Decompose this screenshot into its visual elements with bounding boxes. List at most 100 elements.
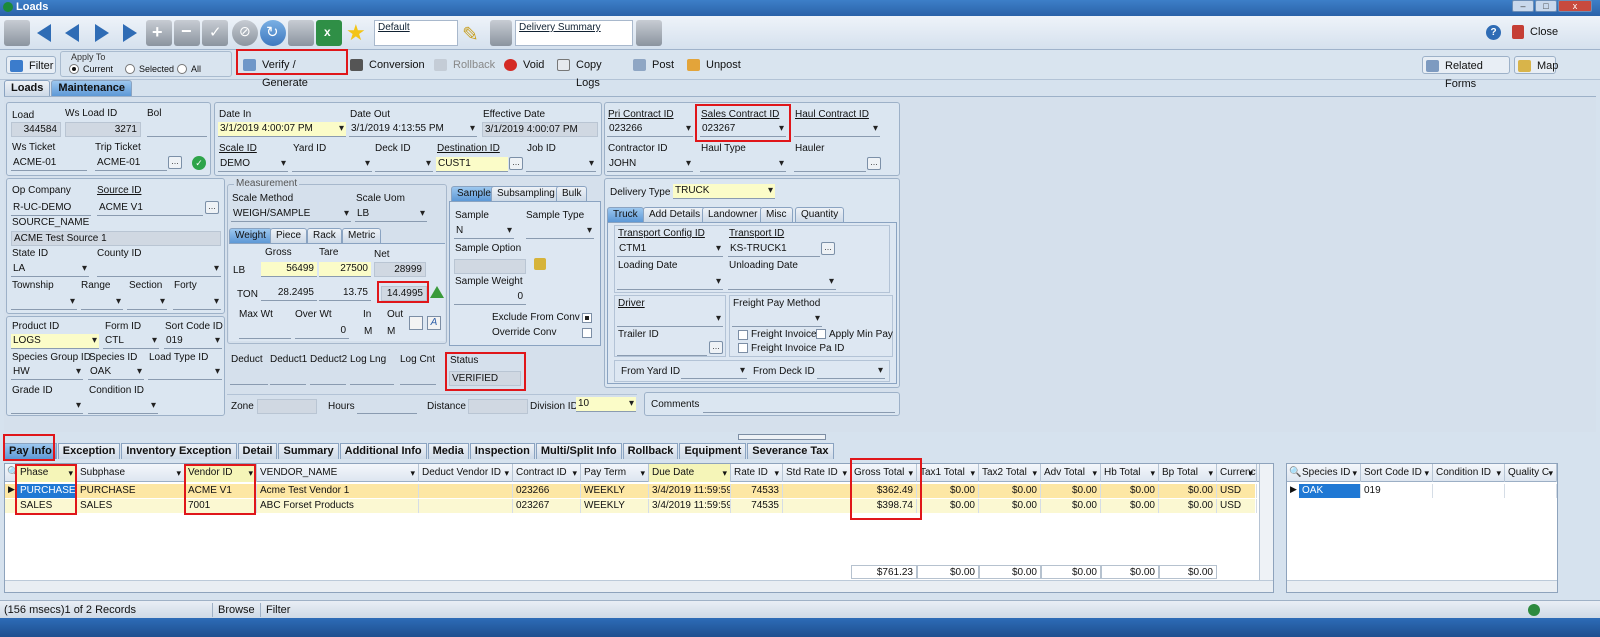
delete-record-icon[interactable]: − xyxy=(174,20,200,46)
col-currency[interactable]: Currency xyxy=(1217,464,1257,482)
cell-due-date[interactable]: 3/4/2019 11:59:59 xyxy=(649,484,731,498)
sales-contract-field[interactable]: 023267 xyxy=(700,122,786,137)
refresh-icon[interactable]: ↻ xyxy=(260,20,286,46)
close-door-icon[interactable] xyxy=(1512,25,1524,39)
layout-combo[interactable]: Default xyxy=(374,20,458,46)
transport-config-field[interactable]: CTM1 xyxy=(617,242,723,257)
tab-rollback[interactable]: Rollback xyxy=(622,443,679,459)
haul-contract-field[interactable] xyxy=(794,122,880,137)
camera-icon[interactable] xyxy=(636,20,662,46)
tab-rack[interactable]: Rack xyxy=(307,228,342,243)
log-cnt-field[interactable] xyxy=(400,370,436,385)
date-out-field[interactable]: 3/1/2019 4:13:55 PM xyxy=(349,122,477,137)
cell-condition-id[interactable] xyxy=(1433,484,1505,498)
rollback-button[interactable]: Rollback xyxy=(431,56,495,74)
save-record-icon[interactable]: ✓ xyxy=(202,20,228,46)
col-due-date[interactable]: Due Date xyxy=(649,464,731,482)
comments-field[interactable] xyxy=(703,398,895,413)
hauler-lookup-button[interactable]: … xyxy=(867,157,881,170)
tare-ton-field[interactable]: 13.75 xyxy=(319,286,371,301)
col-deduct-vendor-id[interactable]: Deduct Vendor ID xyxy=(419,464,513,482)
log-lng-field[interactable] xyxy=(350,370,394,385)
favorite-star-icon[interactable]: ★ xyxy=(346,22,366,44)
sort-code-field[interactable]: 019 xyxy=(164,334,222,349)
weight-icon[interactable] xyxy=(534,258,546,270)
tab-equipment[interactable]: Equipment xyxy=(679,443,747,459)
conversion-button[interactable]: Conversion xyxy=(347,56,425,74)
apply-min-pay-checkbox[interactable] xyxy=(816,329,826,339)
cell-pay-term[interactable]: WEEKLY xyxy=(581,484,649,498)
pay-grid-hscrollbar[interactable] xyxy=(5,580,1273,592)
net-lb-field[interactable]: 28999 xyxy=(374,262,426,277)
over-wt-field[interactable]: 0 xyxy=(295,324,349,339)
pay-grid-vscrollbar[interactable] xyxy=(1259,464,1273,580)
unloading-date-field[interactable] xyxy=(728,275,836,290)
col-vendor-name[interactable]: VENDOR_NAME xyxy=(257,464,419,482)
unpost-button[interactable]: Unpost xyxy=(684,56,742,74)
col-condition-id[interactable]: Condition ID xyxy=(1433,464,1505,482)
grade-id-field[interactable] xyxy=(11,399,83,414)
col-sort-code-id[interactable]: Sort Code ID xyxy=(1361,464,1433,482)
cell-gross-total[interactable]: $362.49 xyxy=(851,484,917,498)
col-hb-total[interactable]: Hb Total xyxy=(1101,464,1159,482)
gross-lb-field[interactable]: 56499 xyxy=(261,262,317,277)
tab-inventory-exception[interactable]: Inventory Exception xyxy=(121,443,237,459)
cell-hb-total[interactable]: $0.00 xyxy=(1101,499,1159,513)
freight-pay-method-field[interactable] xyxy=(732,312,822,327)
net-ton-field[interactable]: 14.4995 xyxy=(381,286,427,301)
status-field[interactable]: VERIFIED xyxy=(449,371,521,386)
tab-pay-info[interactable]: Pay Info xyxy=(4,443,57,459)
post-button[interactable]: Post xyxy=(630,56,676,74)
cell-quality[interactable] xyxy=(1505,484,1557,498)
table-row[interactable]: ▶ PURCHASE PURCHASE ACME V1 Acme Test Ve… xyxy=(5,484,1257,498)
source-id-field[interactable]: ACME V1 xyxy=(97,201,203,216)
col-tax2-total[interactable]: Tax2 Total xyxy=(979,464,1041,482)
chart-icon[interactable] xyxy=(409,316,423,330)
load-field[interactable]: 344584 xyxy=(11,122,61,137)
col-phase[interactable]: Phase xyxy=(17,464,77,482)
tab-additional-info[interactable]: Additional Info xyxy=(339,443,427,459)
yard-id-field[interactable] xyxy=(292,157,372,172)
bol-field[interactable] xyxy=(147,122,207,137)
op-company-field[interactable]: R-UC-DEMO xyxy=(11,201,91,216)
col-pay-term[interactable]: Pay Term xyxy=(581,464,649,482)
col-tax1-total[interactable]: Tax1 Total xyxy=(917,464,979,482)
tab-detail[interactable]: Detail xyxy=(237,443,278,459)
cell-sort-code-id[interactable]: 019 xyxy=(1361,484,1433,498)
tab-multi-split-info[interactable]: Multi/Split Info xyxy=(535,443,622,459)
map-button[interactable]: Map xyxy=(1514,56,1558,74)
cell-subphase[interactable]: PURCHASE xyxy=(77,484,185,498)
copy-logs-button[interactable]: Copy Logs xyxy=(554,56,624,89)
trip-ticket-field[interactable]: ACME-01 xyxy=(95,156,167,171)
filter-button[interactable]: Filter xyxy=(6,56,56,74)
forty-field[interactable] xyxy=(173,295,221,310)
maximize-button[interactable]: □ xyxy=(1535,0,1557,12)
township-field[interactable] xyxy=(11,295,77,310)
destination-id-field[interactable]: CUST1 xyxy=(436,157,508,172)
apply-selected-radio[interactable] xyxy=(125,64,135,74)
distance-field[interactable] xyxy=(468,399,528,414)
tab-inspection[interactable]: Inspection xyxy=(469,443,535,459)
tab-exception[interactable]: Exception xyxy=(57,443,121,459)
cell-species-id[interactable]: OAK xyxy=(1299,484,1361,498)
delivery-type-field[interactable]: TRUCK xyxy=(673,184,775,199)
date-in-field[interactable]: 3/1/2019 4:00:07 PM xyxy=(218,122,346,137)
cell-std-rate-id[interactable] xyxy=(783,484,851,498)
up-arrow-icon[interactable] xyxy=(430,286,444,298)
deduct2-field[interactable] xyxy=(310,370,346,385)
cell-bp-total[interactable]: $0.00 xyxy=(1159,499,1217,513)
form-id-field[interactable]: CTL xyxy=(103,334,159,349)
cell-vendor-name[interactable]: ABC Forset Products xyxy=(257,499,419,513)
tab-bulk[interactable]: Bulk xyxy=(556,186,588,201)
source-name-field[interactable]: ACME Test Source 1 xyxy=(11,231,221,246)
edit-document-icon[interactable] xyxy=(288,20,314,46)
cell-contract-id[interactable]: 023267 xyxy=(513,499,581,513)
cell-tax1-total[interactable]: $0.00 xyxy=(917,484,979,498)
condition-id-field[interactable] xyxy=(88,399,158,414)
cell-adv-total[interactable]: $0.00 xyxy=(1041,484,1101,498)
scale-method-field[interactable]: WEIGH/SAMPLE xyxy=(231,207,351,222)
font-icon[interactable]: A xyxy=(427,316,441,330)
report-combo[interactable]: Delivery Summary xyxy=(515,20,633,46)
apply-current-radio[interactable] xyxy=(69,64,79,74)
col-bp-total[interactable]: Bp Total xyxy=(1159,464,1217,482)
